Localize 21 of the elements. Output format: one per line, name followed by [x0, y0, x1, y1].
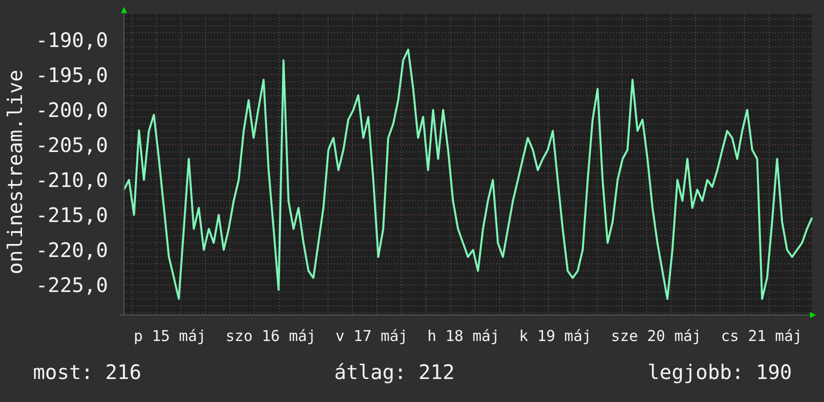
axis-tick-label: sze 20 máj [610, 327, 702, 345]
axis-tick-label: -225,0 [36, 272, 108, 297]
axis-tick-label: -200,0 [36, 98, 108, 122]
axis-tick-label: v 17 máj [336, 327, 408, 345]
axis-tick-label: -215,0 [36, 202, 108, 227]
axis-arrow-icon [121, 7, 127, 13]
axis-tick-label: -190,0 [36, 28, 108, 52]
stat-text: átlag: 212 [334, 360, 455, 384]
axis-tick-label: p 15 máj [134, 327, 206, 345]
axis-tick-label: cs 21 máj [720, 327, 802, 345]
axis-title: onlinestream.live [3, 70, 27, 274]
axis-arrow-icon [810, 312, 816, 318]
axis-tick-label: -210,0 [36, 168, 108, 192]
stat-text: legjobb: 190 [647, 360, 792, 384]
axis-tick-label: k 19 máj [519, 327, 592, 345]
axis-tick-label: -205,0 [36, 132, 108, 157]
axis-tick-label: -220,0 [36, 238, 108, 262]
stat-text: most: 216 [33, 360, 142, 384]
axis-tick-label: -195,0 [36, 62, 108, 87]
axis-tick-label: szo 16 máj [226, 327, 316, 345]
axis-tick-label: h 18 máj [427, 327, 500, 345]
